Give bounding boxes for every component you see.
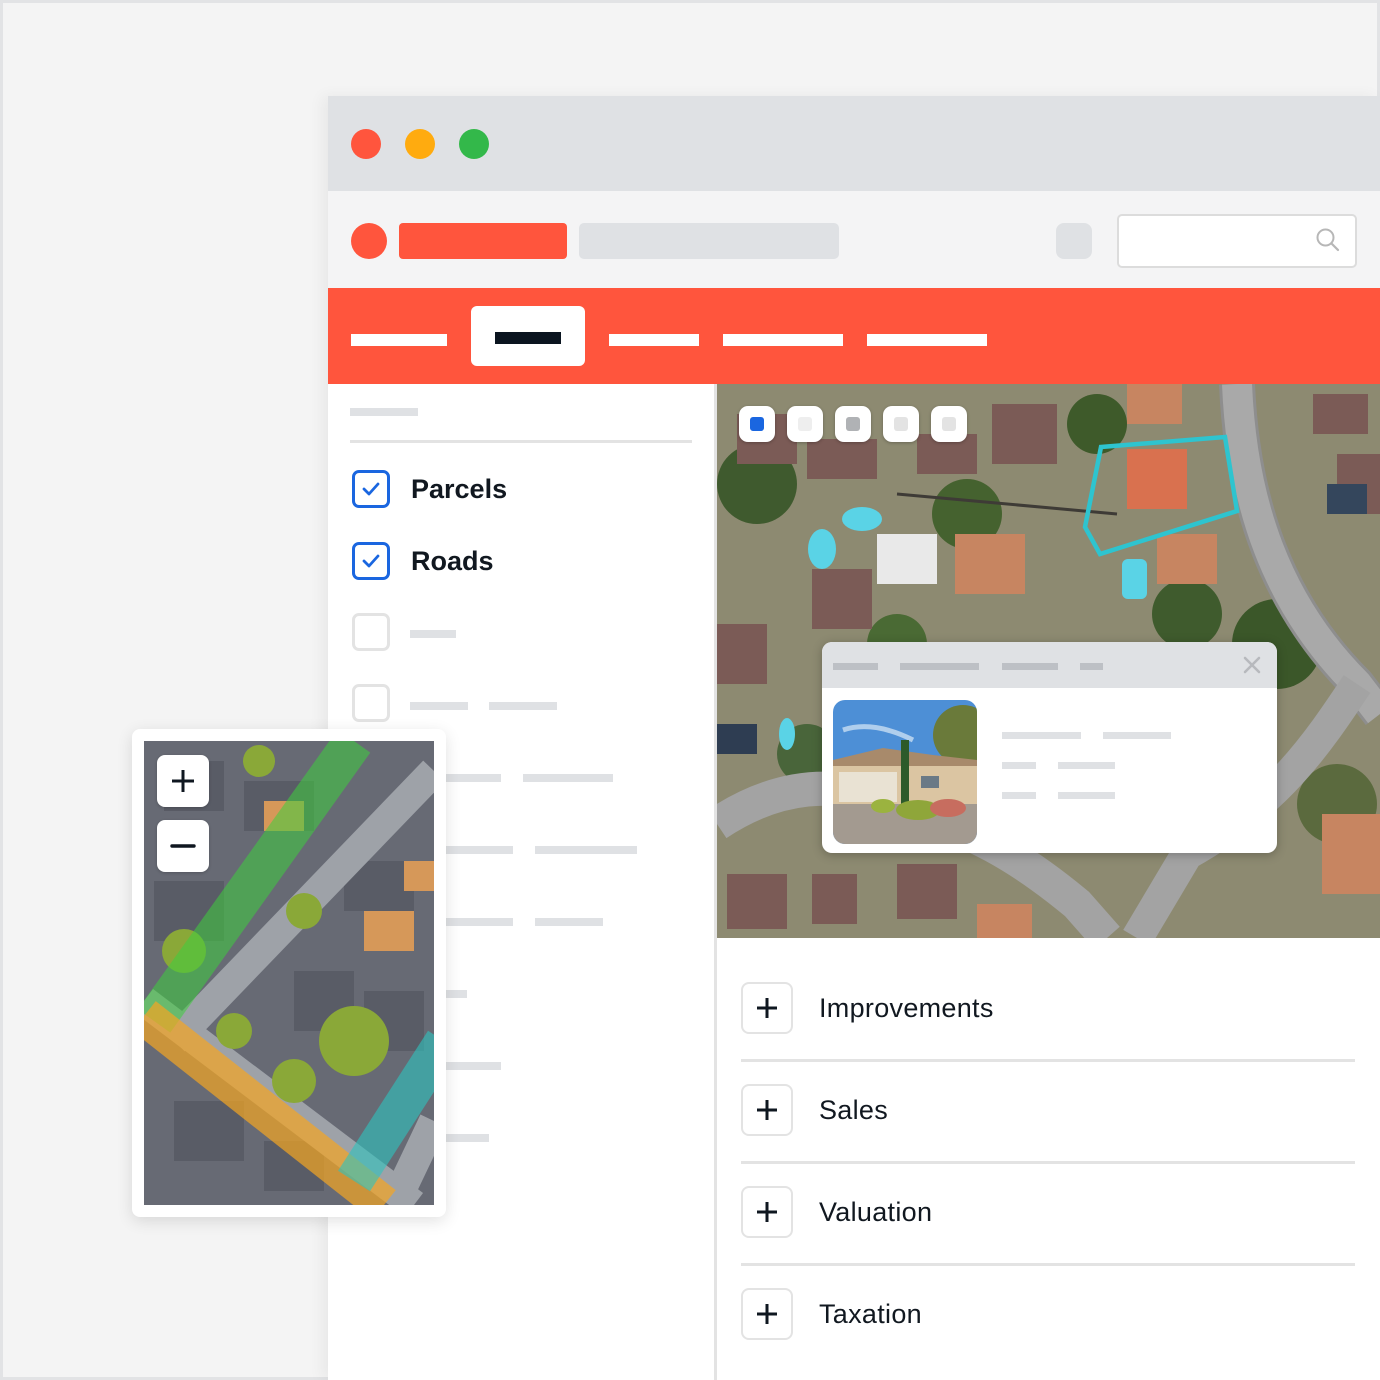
popup-detail-placeholder: [1002, 762, 1036, 769]
accordion-label: Sales: [819, 1095, 889, 1125]
plus-icon: [757, 1202, 777, 1222]
app-name-placeholder: [399, 223, 567, 259]
layer-toggle-button[interactable]: [739, 406, 775, 442]
search-icon: [1316, 228, 1340, 252]
sidebar-heading-placeholder: [350, 408, 418, 416]
accordion-label: Valuation: [819, 1197, 933, 1227]
accordion-improvements[interactable]: Improvements: [741, 960, 1355, 1062]
title-bar: [328, 96, 1380, 191]
house-photo: [833, 700, 977, 844]
nav-tab-1[interactable]: [351, 334, 447, 346]
zoom-out-button[interactable]: [157, 820, 209, 872]
close-icon[interactable]: [1241, 654, 1263, 676]
layer-toggle-button[interactable]: [883, 406, 919, 442]
plus-icon: [172, 770, 194, 792]
minimap-imagery: [144, 741, 434, 1205]
main-nav: [328, 288, 1380, 384]
expand-button[interactable]: [741, 1186, 793, 1238]
checkmark-icon: [362, 482, 380, 496]
sidebar-row-placeholder: [523, 774, 613, 782]
nav-tab-label: [495, 332, 561, 344]
toolbar-button[interactable]: [1056, 223, 1092, 259]
layer-swatch-icon: [942, 417, 956, 431]
expand-button[interactable]: [741, 982, 793, 1034]
checkmark-icon: [362, 554, 380, 568]
layer-toggle-button[interactable]: [931, 406, 967, 442]
layer-toggle-button[interactable]: [787, 406, 823, 442]
accordion-valuation[interactable]: Valuation: [741, 1164, 1355, 1266]
window-maximize-button[interactable]: [459, 129, 489, 159]
nav-tab-4[interactable]: [723, 334, 843, 346]
popup-detail-placeholder: [1058, 762, 1115, 769]
minimap-view[interactable]: [144, 741, 434, 1205]
search-input[interactable]: [1117, 214, 1357, 268]
popup-tab-placeholder[interactable]: [900, 663, 979, 670]
property-popup: [822, 642, 1277, 853]
popup-detail-placeholder: [1103, 732, 1171, 739]
nav-tab-3[interactable]: [609, 334, 699, 346]
layer-swatch-icon: [798, 417, 812, 431]
popup-tab-placeholder[interactable]: [1080, 663, 1103, 670]
popup-detail-placeholder: [1002, 732, 1081, 739]
accordion-label: Taxation: [819, 1299, 922, 1329]
layer-label-parcels: Parcels: [411, 474, 508, 504]
expand-button[interactable]: [741, 1084, 793, 1136]
popup-detail-placeholder: [1058, 792, 1115, 799]
window-close-button[interactable]: [351, 129, 381, 159]
checkbox-parcels[interactable]: [352, 470, 390, 508]
checkbox-layer-4[interactable]: [352, 684, 390, 722]
popup-tab-placeholder[interactable]: [1002, 663, 1058, 670]
layer-label-placeholder: [410, 702, 468, 710]
layer-swatch-icon: [846, 417, 860, 431]
nav-tab-2-active[interactable]: [471, 306, 585, 366]
property-details-panel: Improvements Sales Valuation Taxation: [717, 938, 1380, 1380]
nav-tab-5[interactable]: [867, 334, 987, 346]
checkbox-layer-3[interactable]: [352, 613, 390, 651]
accordion-taxation[interactable]: Taxation: [741, 1266, 1355, 1368]
plus-icon: [757, 1304, 777, 1324]
layer-label-roads: Roads: [411, 546, 494, 576]
popup-tab-placeholder[interactable]: [833, 663, 878, 670]
aerial-map[interactable]: [717, 384, 1380, 938]
layer-toggle-button[interactable]: [835, 406, 871, 442]
layer-label-placeholder: [489, 702, 557, 710]
sidebar-divider: [350, 440, 692, 443]
checkbox-roads[interactable]: [352, 542, 390, 580]
layer-swatch-icon: [750, 417, 764, 431]
accordion-label: Improvements: [819, 993, 994, 1023]
layer-label-placeholder: [410, 630, 456, 638]
popup-detail-placeholder: [1002, 792, 1036, 799]
app-window: Parcels Roads Improvements Sales Valuati…: [328, 96, 1380, 1380]
minus-icon: [170, 844, 196, 848]
expand-button[interactable]: [741, 1288, 793, 1340]
plus-icon: [757, 1100, 777, 1120]
plus-icon: [757, 998, 777, 1018]
sidebar-row-placeholder: [535, 846, 637, 854]
page-title-placeholder: [579, 223, 839, 259]
sidebar-row-placeholder: [535, 918, 603, 926]
layer-swatch-icon: [894, 417, 908, 431]
app-logo-icon: [351, 223, 387, 259]
minimap-card: [132, 729, 446, 1217]
zoom-in-button[interactable]: [157, 755, 209, 807]
accordion-sales[interactable]: Sales: [741, 1062, 1355, 1164]
popup-header: [822, 642, 1277, 688]
window-minimize-button[interactable]: [405, 129, 435, 159]
